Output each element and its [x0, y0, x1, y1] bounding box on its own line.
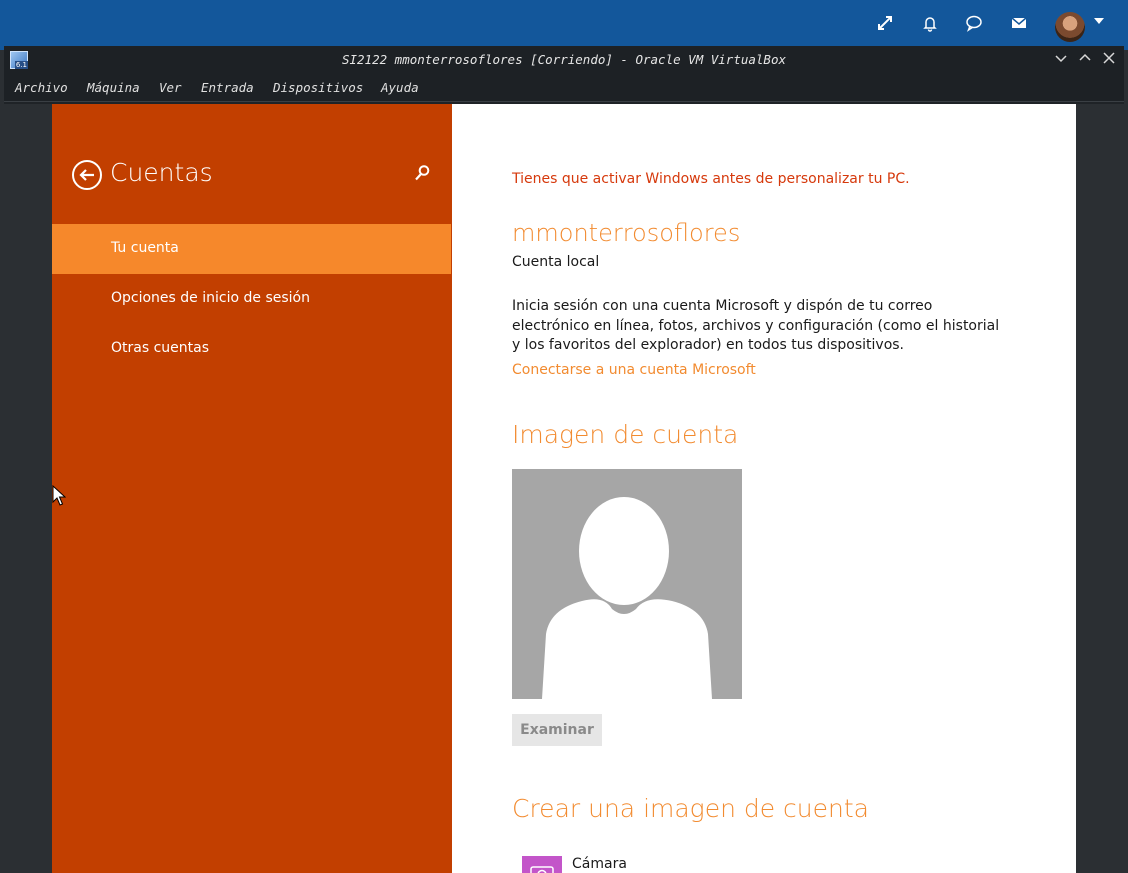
camera-label[interactable]: Cámara	[572, 856, 627, 872]
camera-icon[interactable]	[522, 856, 562, 873]
host-top-bar	[0, 0, 1128, 50]
title-bar: 6.1 SI2122 mmonterrosoflores [Corriendo]…	[4, 46, 1124, 74]
browse-button[interactable]: Examinar	[512, 714, 602, 746]
account-content-pane: Tienes que activar Windows antes de pers…	[452, 104, 1076, 873]
close-icon[interactable]	[1099, 49, 1119, 69]
page-title: Cuentas	[110, 158, 213, 187]
settings-nav-pane: Cuentas Tu cuenta Opciones de inicio de …	[52, 104, 452, 873]
nav-item-label: Opciones de inicio de sesión	[111, 290, 310, 306]
menu-entrada[interactable]: Entrada	[201, 80, 254, 95]
search-icon[interactable]	[413, 164, 431, 182]
nav-item-tu-cuenta[interactable]: Tu cuenta	[52, 224, 451, 274]
account-picture	[512, 469, 742, 699]
menu-dispositivos[interactable]: Dispositivos	[273, 80, 363, 95]
guest-margin-right	[1076, 104, 1124, 873]
menu-ayuda[interactable]: Ayuda	[381, 80, 419, 95]
nav-item-opciones-inicio-sesion[interactable]: Opciones de inicio de sesión	[52, 274, 451, 324]
menu-maquina[interactable]: Máquina	[87, 80, 140, 95]
nav-item-label: Otras cuentas	[111, 340, 210, 356]
guest-margin-left	[4, 104, 52, 873]
chevron-up-icon[interactable]	[1075, 49, 1095, 69]
chevron-down-icon[interactable]	[1051, 49, 1071, 69]
mail-icon[interactable]	[1008, 14, 1030, 36]
account-image-heading: Imagen de cuenta	[512, 420, 739, 449]
caret-down-icon[interactable]	[1094, 18, 1104, 24]
virtualbox-window: 6.1 SI2122 mmonterrosoflores [Corriendo]…	[4, 46, 1124, 873]
window-title: SI2122 mmonterrosoflores [Corriendo] - O…	[341, 52, 786, 67]
bell-icon[interactable]	[919, 14, 941, 36]
activation-warning: Tienes que activar Windows antes de pers…	[512, 171, 910, 187]
avatar[interactable]	[1055, 12, 1085, 42]
guest-display: Cuentas Tu cuenta Opciones de inicio de …	[52, 104, 1076, 873]
account-description: Inicia sesión con una cuenta Microsoft y…	[512, 298, 1000, 353]
menu-bar: Archivo Máquina Ver Entrada Dispositivos…	[4, 74, 1124, 102]
account-username: mmonterrosoflores	[512, 219, 741, 247]
create-image-heading: Crear una imagen de cuenta	[512, 794, 869, 823]
connect-microsoft-link[interactable]: Conectarse a una cuenta Microsoft	[512, 362, 756, 378]
nav-item-otras-cuentas[interactable]: Otras cuentas	[52, 324, 451, 374]
nav-item-label: Tu cuenta	[111, 240, 179, 256]
menu-archivo[interactable]: Archivo	[15, 80, 68, 95]
back-arrow-icon[interactable]	[72, 160, 102, 190]
account-type: Cuenta local	[512, 254, 600, 270]
expand-icon[interactable]	[874, 14, 896, 36]
menu-ver[interactable]: Ver	[159, 80, 182, 95]
chat-icon[interactable]	[963, 14, 985, 36]
